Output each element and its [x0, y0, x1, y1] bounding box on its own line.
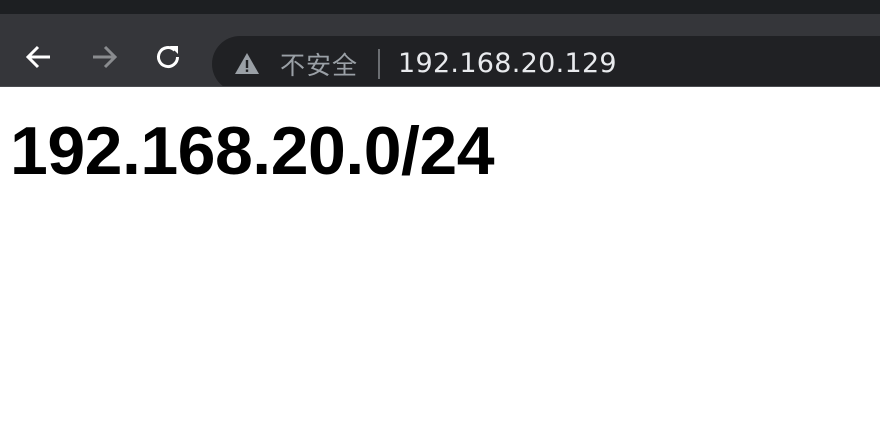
forward-button[interactable]: [82, 35, 126, 79]
page-heading: 192.168.20.0/24: [10, 113, 495, 189]
back-button[interactable]: [17, 35, 61, 79]
tab-strip: [0, 0, 880, 14]
page-content: 192.168.20.0/24: [0, 87, 880, 446]
arrow-right-icon: [93, 45, 118, 69]
arrow-left-icon: [25, 45, 50, 69]
url-text[interactable]: 192.168.20.129: [398, 36, 617, 92]
reload-icon: [157, 46, 180, 69]
omnibox-separator: [378, 49, 380, 79]
address-bar[interactable]: 不安全 192.168.20.129: [212, 36, 880, 92]
browser-toolbar: 不安全 192.168.20.129: [0, 14, 880, 92]
security-indicator[interactable]: 不安全: [234, 36, 358, 92]
reload-button[interactable]: [146, 35, 190, 79]
security-label: 不安全: [280, 51, 359, 80]
warning-triangle-icon: [235, 53, 259, 74]
